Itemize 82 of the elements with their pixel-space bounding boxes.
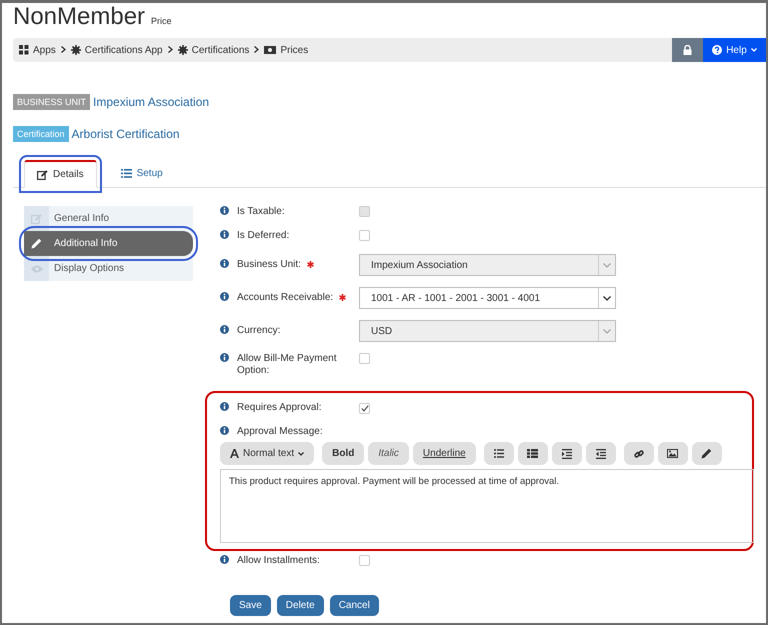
- context-label: Certification: [13, 126, 69, 142]
- table-list-icon: [527, 449, 538, 458]
- info-icon: [220, 206, 229, 215]
- image-icon: [667, 449, 678, 458]
- text-style-dropdown[interactable]: Normal text: [220, 442, 314, 465]
- bullet-list-icon: [494, 449, 504, 458]
- pencil-icon: [31, 238, 42, 249]
- gear-icon: [178, 45, 188, 55]
- checkbox[interactable]: [359, 555, 370, 566]
- field-label: Requires Approval:: [237, 402, 322, 414]
- bold-button[interactable]: Bold: [322, 442, 364, 465]
- info-icon: [220, 426, 229, 435]
- context-label: BUSINESS UNIT: [13, 94, 90, 110]
- action-button[interactable]: Save: [230, 595, 271, 616]
- select-field[interactable]: 1001 - AR - 1001 - 2001 - 3001 - 4001: [359, 287, 616, 309]
- field-label: Allow Bill-Me Payment Option:: [237, 353, 338, 377]
- lock-button[interactable]: [672, 38, 703, 62]
- underline-button[interactable]: Underline: [412, 442, 476, 465]
- info-icon: [220, 230, 229, 239]
- toolbar-button[interactable]: [552, 442, 582, 465]
- outdent-icon: [596, 448, 606, 458]
- chevron-icon: [60, 46, 66, 54]
- field-label: Is Taxable:: [237, 206, 285, 218]
- message-text: This product requires approval. Payment will be processed at time of approval.: [229, 476, 560, 487]
- info-icon: [220, 402, 229, 411]
- checkbox[interactable]: [359, 353, 370, 364]
- tab[interactable]: Setup: [108, 160, 176, 187]
- pencil-icon: [701, 448, 712, 459]
- context-value: Impexium Association: [93, 94, 210, 111]
- field-label: Business Unit:: [237, 259, 301, 271]
- caret-icon: [603, 296, 611, 300]
- font-icon: [230, 449, 239, 458]
- toolbar-button[interactable]: [484, 442, 514, 465]
- sidebar-item[interactable]: Additional Info: [24, 231, 193, 256]
- chevron-icon: [168, 46, 173, 54]
- info-icon: [220, 292, 229, 301]
- field-label: Currency:: [237, 325, 280, 337]
- breadcrumb-link[interactable]: Certifications: [178, 42, 250, 58]
- eye-icon: [30, 264, 42, 272]
- checkbox[interactable]: [359, 403, 370, 414]
- toolbar-button[interactable]: [518, 442, 548, 465]
- caret-icon: [298, 452, 304, 456]
- indent-icon: [562, 448, 572, 458]
- toolbar-button[interactable]: [586, 442, 616, 465]
- help-button[interactable]: Help: [703, 38, 766, 62]
- info-icon: [220, 555, 229, 564]
- breadcrumb-link[interactable]: Prices: [264, 42, 308, 58]
- field-label: Allow Installments:: [237, 555, 320, 567]
- gear-icon: [70, 45, 81, 55]
- checkbox[interactable]: [359, 230, 370, 241]
- required-icon: [339, 294, 346, 302]
- edit-icon: [37, 170, 48, 180]
- toolbar-button[interactable]: [624, 442, 654, 465]
- field-label: Approval Message:: [237, 426, 323, 438]
- italic-button[interactable]: Italic: [368, 442, 409, 465]
- action-button[interactable]: Delete: [276, 595, 324, 616]
- required-icon: [306, 261, 314, 268]
- breadcrumb-link[interactable]: Apps: [19, 42, 56, 58]
- message-editor[interactable]: This product requires approval. Payment will be processed at time of approval.: [220, 469, 754, 543]
- lock-icon: [683, 45, 692, 55]
- chevron-icon: [254, 46, 260, 54]
- toolbar-button[interactable]: [658, 442, 688, 465]
- page-subtitle: Price: [151, 15, 172, 28]
- info-icon: [220, 325, 229, 334]
- banknote-icon: [264, 46, 276, 54]
- toolbar-button[interactable]: [692, 442, 722, 465]
- caret-icon: [603, 328, 611, 334]
- field-label: Accounts Receivable:: [237, 292, 334, 304]
- breadcrumb-link[interactable]: Certifications App: [70, 42, 163, 58]
- link-icon: [634, 448, 644, 458]
- info-icon: [220, 259, 229, 268]
- caret-icon: [750, 48, 757, 52]
- edit-icon: [31, 214, 42, 224]
- field-label: Is Deferred:: [237, 230, 290, 242]
- grid-icon: [19, 45, 29, 55]
- context-value: Arborist Certification: [72, 126, 180, 143]
- caret-icon: [603, 262, 611, 268]
- page-title: NonMember: [13, 5, 146, 29]
- action-button[interactable]: Cancel: [330, 595, 379, 616]
- list-icon: [120, 169, 132, 178]
- info-icon: [220, 353, 229, 362]
- help-icon: [712, 45, 722, 55]
